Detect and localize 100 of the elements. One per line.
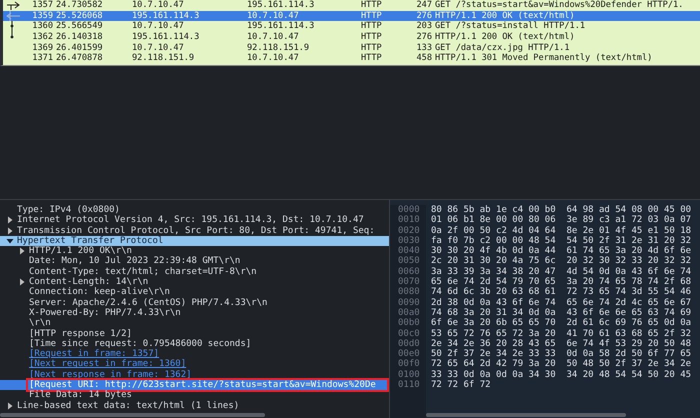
tree-item[interactable]: File Data: 14 bytes — [0, 390, 389, 401]
packet-time: 26.470878 — [55, 53, 104, 64]
packet-info: GET /?status=install HTTP/1.1 — [434, 21, 586, 32]
collapsed-arrow-icon[interactable] — [18, 247, 26, 256]
hex-bytes: 6f 6e 3a 20 6b 65 65 70 2d 61 6c 69 76 65 0d 0a — [431, 318, 692, 329]
packet-length: 276 — [415, 32, 432, 43]
packet-number: 1359 — [31, 10, 53, 22]
scrollbar[interactable] — [426, 413, 626, 417]
tree-item[interactable]: Transmission Control Protocol, Src Port: 80, Dst Port: 49741, Seq: — [0, 226, 389, 236]
packet-source: 10.7.10.47 — [131, 42, 185, 54]
packet-info: HTTP/1.1 200 OK (text/html) — [434, 32, 576, 43]
collapsed-arrow-icon[interactable] — [6, 402, 14, 410]
packet-length: 203 — [415, 21, 432, 32]
hex-bytes: 50 2f 37 2e 34 2e 33 33 0d 0a 58 2d 50 6f 77 65 — [431, 349, 692, 360]
collapsed-arrow-icon[interactable] — [6, 226, 14, 235]
hex-bytes: 65 6e 74 2d 54 79 70 65 3a 20 74 65 78 74 2f 68 — [431, 277, 692, 288]
tree-item[interactable]: Content-Length: 14\r\n — [0, 277, 389, 288]
packet-length: 276 — [415, 10, 432, 22]
tree-item[interactable]: [HTTP response 1/2] — [0, 328, 389, 339]
hex-offset: 00b0 — [397, 318, 421, 329]
packet-destination: 195.161.114.3 — [246, 21, 316, 32]
frame-link[interactable]: [Request in frame: 1357] — [0, 349, 389, 360]
hex-offset: 0050 — [397, 256, 421, 267]
hex-bytes: 30 30 20 4f 4b 0d 0a 44 61 74 65 3a 20 4d 6f 6e — [431, 246, 692, 256]
tree-item[interactable]: Content-Type: text/html; charset=UTF-8\r\n — [0, 266, 389, 278]
hex-bytes: 01 06 b1 8e 00 00 80 06 3e 89 c3 a1 72 03 0a 07 — [431, 215, 692, 226]
packet-time: 26.401599 — [55, 42, 104, 54]
hex-bytes: fa f0 7b c2 00 00 48 54 54 50 2f 31 2e 31 20 32 — [431, 236, 692, 246]
tree-item[interactable]: Connection: keep-alive\r\n — [0, 287, 389, 298]
hex-bytes: 53 65 72 76 65 72 3a 20 41 70 61 63 68 65 2f 32 — [431, 328, 692, 339]
hex-offset: 00d0 — [397, 338, 421, 349]
hex-offset: 0040 — [397, 246, 421, 256]
packet-row[interactable]: 1371 26.470878 92.118.151.9 10.7.10.47 HTTP 458 HTTP/1.1 301 Moved Permanently (text/html) — [3, 53, 700, 64]
packet-source: 10.7.10.47 — [131, 21, 185, 32]
frame-link[interactable]: [Next response in frame: 1362] — [0, 370, 389, 380]
hex-offset: 0000 — [397, 205, 421, 215]
packet-number: 1357 — [31, 0, 53, 11]
packet-length: 133 — [415, 42, 432, 54]
packet-info: HTTP/1.1 200 OK (text/html) — [434, 10, 576, 21]
packet-row[interactable]: 1362 26.140318 195.161.114.3 10.7.10.47 HTTP 276 HTTP/1.1 200 OK (text/html) — [3, 32, 700, 43]
packet-info: GET /?status=start&av=Windows%20Defender HTTP/1. — [434, 0, 684, 11]
hex-bytes: 80 86 5b ab 1e c4 00 b0 64 98 ad 54 08 00 45 00 — [431, 205, 692, 215]
hex-offset: 0030 — [397, 236, 421, 246]
packet-source: 10.7.10.47 — [131, 0, 185, 11]
packet-protocol: HTTP — [360, 0, 383, 11]
tree-item[interactable]: Server: Apache/2.4.6 (CentOS) PHP/7.4.33\r\n — [0, 298, 389, 308]
packet-row[interactable]: 1357 24.730582 10.7.10.47 195.161.114.3 HTTP 247 GET /?status=start&av=Windows%20Defender HTTP/1. — [3, 0, 700, 11]
hex-bytes: 72 65 64 2d 42 79 3a 20 50 48 50 2f 37 2e 34 2e — [431, 359, 692, 370]
tree-item[interactable]: [Time since request: 0.795486000 seconds] — [0, 338, 389, 350]
packet-length: 247 — [415, 0, 432, 11]
collapsed-arrow-icon[interactable] — [18, 278, 26, 286]
hex-bytes: 2d 38 0d 0a 43 6f 6e 74 65 6e 74 2d 4c 65 6e 67 — [431, 298, 692, 308]
packet-source: 92.118.151.9 — [131, 53, 196, 64]
hex-offset: 00a0 — [397, 308, 421, 318]
packet-protocol: HTTP — [360, 10, 383, 22]
tree-item[interactable]: Line-based text data: text/html (1 lines) — [0, 400, 389, 411]
hex-offset: 0070 — [397, 277, 421, 288]
packet-number: 1360 — [31, 21, 53, 32]
hex-bytes: 2c 20 31 30 20 4a 75 6c 20 32 30 32 33 20 32 32 — [431, 256, 692, 267]
hex-bytes: 74 68 3a 20 31 34 0d 0a 43 6f 6e 6e 65 63 74 69 — [431, 308, 692, 318]
hex-offset: 0110 — [397, 380, 421, 390]
hex-bytes: 72 72 6f 72 — [431, 380, 492, 390]
hex-bytes: 33 33 0d 0a 0d 0a 34 30 34 20 48 54 54 50 20 45 — [431, 370, 692, 380]
scrollbar[interactable] — [0, 413, 265, 417]
tree-item[interactable]: HTTP/1.1 200 OK\r\n — [0, 246, 389, 256]
packet-destination: 92.118.151.9 — [246, 42, 310, 54]
packet-protocol: HTTP — [360, 32, 383, 43]
hex-bytes: 3a 33 39 3a 34 38 20 47 4d 54 0d 0a 43 6f 6e 74 — [431, 266, 692, 277]
packet-row[interactable]: 1369 26.401599 10.7.10.47 92.118.151.9 HTTP 133 GET /data/czx.jpg HTTP/1.1 — [3, 42, 700, 54]
packet-row[interactable]: 1360 25.566549 10.7.10.47 195.161.114.3 HTTP 203 GET /?status=install HTTP/1.1 — [3, 21, 700, 32]
packet-destination: 195.161.114.3 — [246, 0, 316, 11]
packet-protocol: HTTP — [360, 42, 383, 54]
hex-offset: 0080 — [397, 287, 421, 298]
packet-protocol: HTTP — [360, 21, 383, 32]
hex-offset: 00e0 — [397, 349, 421, 360]
hex-offset: 00c0 — [397, 328, 421, 339]
packet-info: HTTP/1.1 301 Moved Permanently (text/html) — [434, 53, 654, 64]
packet-destination: 10.7.10.47 — [246, 10, 300, 22]
packet-time: 25.526068 — [55, 10, 104, 22]
hex-offset: 0060 — [397, 266, 421, 277]
tree-item[interactable]: Hypertext Transfer Protocol — [0, 236, 389, 246]
packet-length: 458 — [415, 53, 432, 64]
collapsed-arrow-icon[interactable] — [6, 216, 14, 224]
hex-offset: 0020 — [397, 226, 421, 236]
packet-protocol: HTTP — [360, 53, 383, 64]
packet-time: 26.140318 — [55, 32, 104, 43]
tree-item[interactable]: [Request URI: http://623start.site/?status=start&av=Windows%20De — [0, 380, 389, 390]
frame-link[interactable]: [Next request in frame: 1360] — [0, 359, 389, 370]
packet-destination: 10.7.10.47 — [246, 53, 300, 64]
tree-item[interactable]: Type: IPv4 (0x0800) — [0, 205, 389, 216]
expanded-arrow-icon[interactable] — [6, 237, 14, 246]
packet-time: 24.730582 — [55, 0, 104, 11]
packet-row[interactable]: 1359 25.526068 195.161.114.3 10.7.10.47 HTTP 276 HTTP/1.1 200 OK (text/html) — [3, 10, 700, 22]
packet-source: 195.161.114.3 — [131, 10, 200, 22]
hex-bytes: 74 6d 6c 3b 20 63 68 61 72 73 65 74 3d 55 54 46 — [431, 287, 692, 298]
tree-item[interactable]: Internet Protocol Version 4, Src: 195.161.114.3, Dst: 10.7.10.47 — [0, 215, 389, 226]
tree-item[interactable]: \r\n — [0, 318, 389, 329]
packet-info: GET /data/czx.jpg HTTP/1.1 — [434, 42, 571, 53]
tree-item[interactable]: Date: Mon, 10 Jul 2023 22:39:48 GMT\r\n — [0, 256, 389, 267]
tree-item[interactable]: X-Powered-By: PHP/7.4.33\r\n — [0, 308, 389, 318]
